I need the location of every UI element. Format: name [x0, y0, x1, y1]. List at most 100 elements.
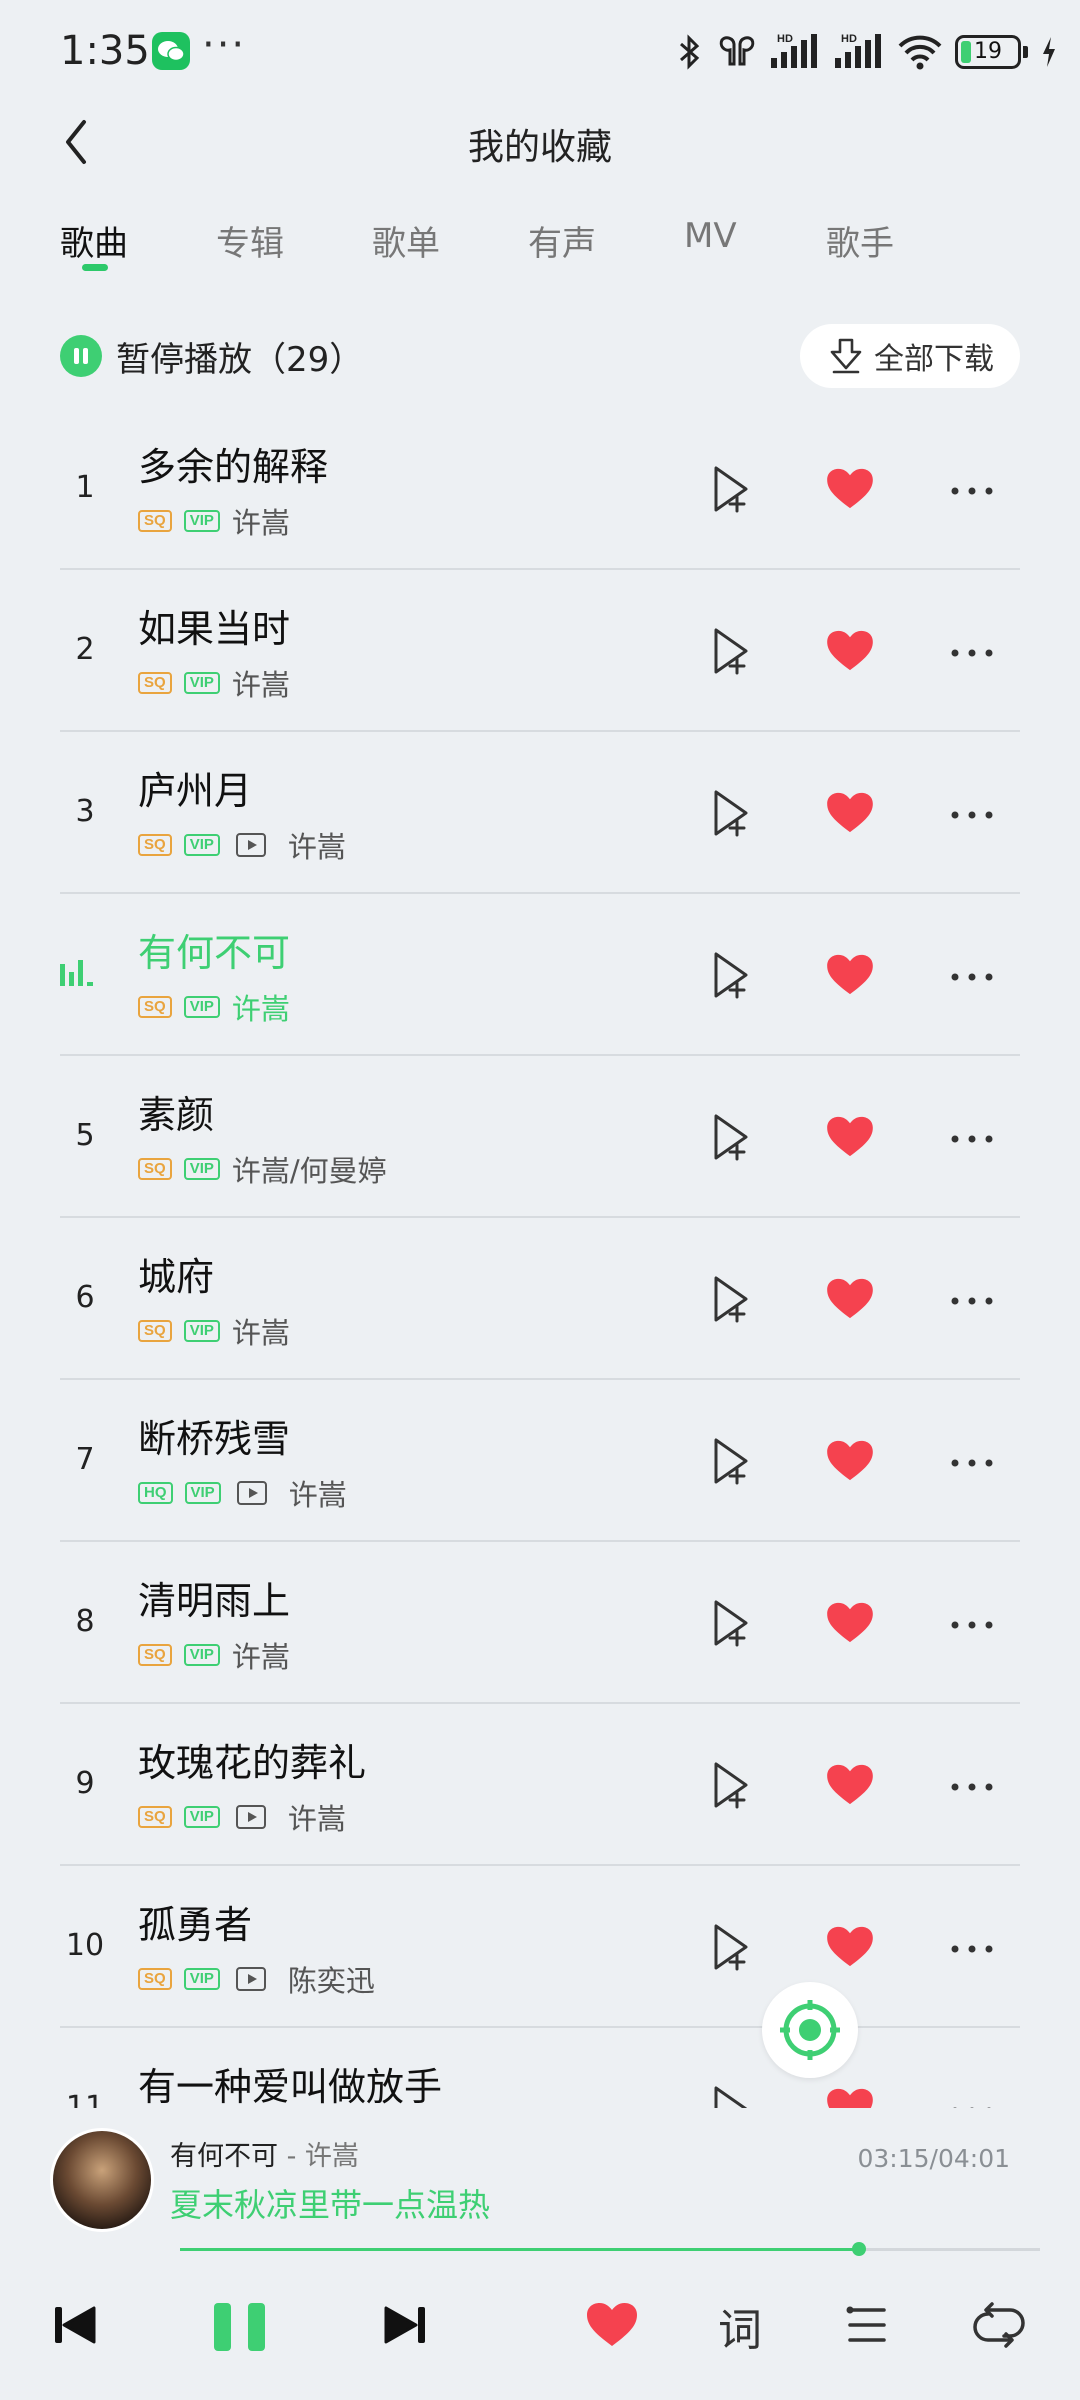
add-to-playlist-icon[interactable]: [708, 788, 752, 838]
song-title: 庐州月: [138, 769, 253, 813]
song-row[interactable]: 7 断桥残雪 HQ VIP 许嵩: [0, 1380, 1080, 1542]
more-icon[interactable]: [950, 810, 994, 820]
more-icon[interactable]: [950, 1296, 994, 1306]
add-to-playlist-icon[interactable]: [708, 1922, 752, 1972]
add-to-playlist-icon[interactable]: [708, 1274, 752, 1324]
mv-icon[interactable]: [235, 833, 266, 857]
song-row[interactable]: 10 孤勇者 SQ VIP 陈奕迅: [0, 1866, 1080, 2028]
song-meta: SQ VIP 许嵩: [138, 504, 290, 540]
heart-icon[interactable]: [826, 1440, 874, 1482]
more-icon[interactable]: [950, 1620, 994, 1630]
vip-badge: VIP: [183, 1320, 220, 1342]
more-notifications-icon: ···: [202, 22, 247, 68]
favorite-button[interactable]: [586, 2302, 638, 2352]
tab-playlists[interactable]: 歌单: [372, 216, 440, 265]
tab-artists[interactable]: 歌手: [826, 216, 894, 265]
now-playing-song: 有何不可: [170, 2141, 278, 2172]
song-row[interactable]: 5 素颜 SQ VIP 许嵩/何曼婷: [0, 1056, 1080, 1218]
previous-button[interactable]: [52, 2302, 98, 2352]
song-meta: SQ VIP 许嵩: [138, 990, 290, 1026]
tab-albums[interactable]: 专辑: [216, 216, 284, 265]
song-title: 多余的解释: [138, 445, 329, 489]
song-row[interactable]: 9 玫瑰花的葬礼 SQ VIP 许嵩: [0, 1704, 1080, 1866]
more-icon[interactable]: [950, 486, 994, 496]
add-to-playlist-icon[interactable]: [708, 1760, 752, 1810]
more-icon[interactable]: [950, 1782, 994, 1792]
progress-knob[interactable]: [852, 2242, 867, 2256]
more-icon[interactable]: [950, 648, 994, 658]
wechat-icon: [152, 32, 190, 70]
song-title: 如果当时: [138, 607, 291, 651]
playback-time: 03:15/04:01: [857, 2144, 1010, 2173]
tab-indicator: [82, 264, 108, 271]
heart-icon[interactable]: [826, 1926, 874, 1968]
heart-icon[interactable]: [826, 1116, 874, 1158]
song-index: 3: [75, 794, 95, 829]
song-index: 8: [75, 1604, 95, 1639]
tab-songs[interactable]: 歌曲: [60, 216, 128, 265]
heart-icon[interactable]: [826, 1278, 874, 1320]
heart-icon[interactable]: [826, 1764, 874, 1806]
song-artist: 许嵩: [287, 830, 346, 864]
pause-button[interactable]: [212, 2302, 268, 2356]
now-playing-title: 有何不可 - 许嵩: [170, 2134, 359, 2173]
heart-icon[interactable]: [826, 792, 874, 834]
song-meta: SQ VIP 许嵩: [138, 666, 290, 702]
svg-text:HD: HD: [841, 33, 857, 45]
song-index: 10: [65, 1928, 105, 1963]
more-icon[interactable]: [950, 1944, 994, 1954]
add-to-playlist-icon[interactable]: [708, 1436, 752, 1486]
song-artist: 许嵩: [231, 992, 290, 1026]
heart-icon[interactable]: [826, 468, 874, 510]
song-row[interactable]: 8 清明雨上 SQ VIP 许嵩: [0, 1542, 1080, 1704]
song-index: 9: [75, 1766, 95, 1801]
mv-icon[interactable]: [236, 1481, 267, 1505]
progress-bar[interactable]: [180, 2242, 1040, 2256]
more-icon[interactable]: [950, 1134, 994, 1144]
song-artist: 许嵩/何曼婷: [231, 1154, 387, 1188]
tab-mv[interactable]: MV: [684, 216, 737, 256]
download-all-button[interactable]: 全部下载: [800, 324, 1020, 388]
song-row[interactable]: 2 如果当时 SQ VIP 许嵩: [0, 570, 1080, 732]
song-row[interactable]: 3 庐州月 SQ VIP 许嵩: [0, 732, 1080, 894]
add-to-playlist-icon[interactable]: [708, 464, 752, 514]
song-title: 有一种爱叫做放手: [138, 2065, 443, 2108]
heart-icon[interactable]: [826, 2088, 874, 2108]
song-row[interactable]: 6 城府 SQ VIP 许嵩: [0, 1218, 1080, 1380]
song-artist: 许嵩: [288, 1478, 347, 1512]
song-index: 1: [75, 470, 95, 505]
add-to-playlist-icon[interactable]: [708, 950, 752, 1000]
tab-audio[interactable]: 有声: [528, 216, 596, 265]
heart-icon[interactable]: [826, 630, 874, 672]
song-row[interactable]: 11 有一种爱叫做放手: [0, 2028, 1080, 2108]
lyrics-button[interactable]: 词: [718, 2294, 762, 2358]
more-icon[interactable]: [950, 1458, 994, 1468]
playlist-button[interactable]: [846, 2302, 888, 2352]
repeat-button[interactable]: [972, 2302, 1026, 2352]
play-all-button[interactable]: 暂停播放（29）: [60, 334, 363, 380]
next-button[interactable]: [382, 2302, 428, 2352]
album-cover[interactable]: [50, 2128, 154, 2232]
add-to-playlist-icon[interactable]: [708, 626, 752, 676]
now-playing-artist: - 许嵩: [278, 2141, 359, 2172]
mini-player[interactable]: 有何不可 - 许嵩 夏末秋凉里带一点温热 03:15/04:01 词: [0, 2108, 1080, 2400]
song-title: 断桥残雪: [138, 1417, 291, 1461]
mv-icon[interactable]: [235, 1805, 266, 1829]
sq-badge: SQ: [138, 672, 172, 694]
add-to-playlist-icon[interactable]: [708, 1112, 752, 1162]
song-index: 2: [75, 632, 95, 667]
song-row[interactable]: 1 多余的解释 SQ VIP 许嵩: [0, 408, 1080, 570]
more-icon[interactable]: [950, 972, 994, 982]
song-title: 孤勇者: [138, 1903, 253, 1947]
heart-icon[interactable]: [826, 1602, 874, 1644]
song-row[interactable]: 有何不可 SQ VIP 许嵩: [0, 894, 1080, 1056]
add-to-playlist-icon[interactable]: [708, 2084, 752, 2108]
song-artist: 许嵩: [231, 1316, 290, 1350]
hq-badge: HQ: [138, 1482, 173, 1504]
heart-icon[interactable]: [826, 954, 874, 996]
sq-badge: SQ: [138, 1320, 172, 1342]
add-to-playlist-icon[interactable]: [708, 1598, 752, 1648]
mv-icon[interactable]: [235, 1967, 266, 1991]
locate-current-button[interactable]: [762, 1982, 858, 2078]
locate-icon: [780, 2000, 840, 2060]
